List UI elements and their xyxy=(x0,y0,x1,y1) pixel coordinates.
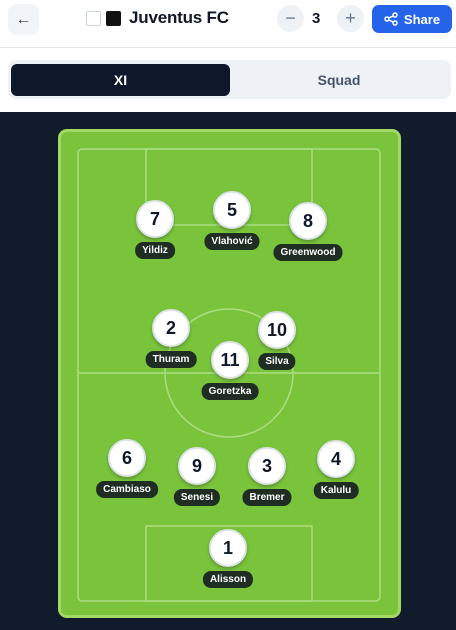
player-name[interactable]: Greenwood xyxy=(273,244,343,261)
player-number[interactable]: 8 xyxy=(289,202,327,240)
share-button[interactable]: Share xyxy=(372,5,452,33)
player-number[interactable]: 5 xyxy=(213,191,251,229)
player-name[interactable]: Goretzka xyxy=(201,383,259,400)
player-number[interactable]: 1 xyxy=(209,529,247,567)
share-icon xyxy=(384,12,398,26)
decrement-button[interactable]: − xyxy=(277,5,304,32)
tab-squad[interactable]: Squad xyxy=(230,64,448,96)
minus-icon: − xyxy=(285,8,296,28)
player-number[interactable]: 4 xyxy=(317,440,355,478)
player-name[interactable]: Kalulu xyxy=(313,482,359,499)
away-kit-swatch xyxy=(106,11,121,26)
view-tabs: XI Squad xyxy=(8,60,451,99)
plus-icon: + xyxy=(345,8,356,28)
player-number[interactable]: 2 xyxy=(152,309,190,347)
player-number[interactable]: 9 xyxy=(178,447,216,485)
player-name[interactable]: Bremer xyxy=(242,489,292,506)
player-number[interactable]: 10 xyxy=(258,311,296,349)
player-name[interactable]: Silva xyxy=(258,353,296,370)
pitch-area: 7 Yildiz 5 Vlahović 8 Greenwood 2 Thuram… xyxy=(0,112,456,630)
increment-button[interactable]: + xyxy=(337,5,364,32)
stepper-value: 3 xyxy=(312,10,321,27)
back-button[interactable]: ← xyxy=(8,4,39,35)
top-bar: ← Juventus FC − 3 + Share xyxy=(0,0,456,48)
player-name[interactable]: Vlahović xyxy=(204,233,260,250)
share-label: Share xyxy=(403,11,441,27)
player-number[interactable]: 7 xyxy=(136,200,174,238)
player-name[interactable]: Thuram xyxy=(145,351,197,368)
team-name: Juventus FC xyxy=(129,8,229,27)
player-number[interactable]: 3 xyxy=(248,447,286,485)
player-number[interactable]: 11 xyxy=(211,341,249,379)
player-name[interactable]: Alisson xyxy=(202,571,254,588)
arrow-left-icon: ← xyxy=(15,10,32,28)
tab-xi[interactable]: XI xyxy=(11,64,230,96)
player-name[interactable]: Yildiz xyxy=(135,242,175,259)
player-name[interactable]: Cambiaso xyxy=(96,481,158,498)
home-kit-swatch xyxy=(86,11,101,26)
player-name[interactable]: Senesi xyxy=(173,489,221,506)
player-number[interactable]: 6 xyxy=(108,439,146,477)
